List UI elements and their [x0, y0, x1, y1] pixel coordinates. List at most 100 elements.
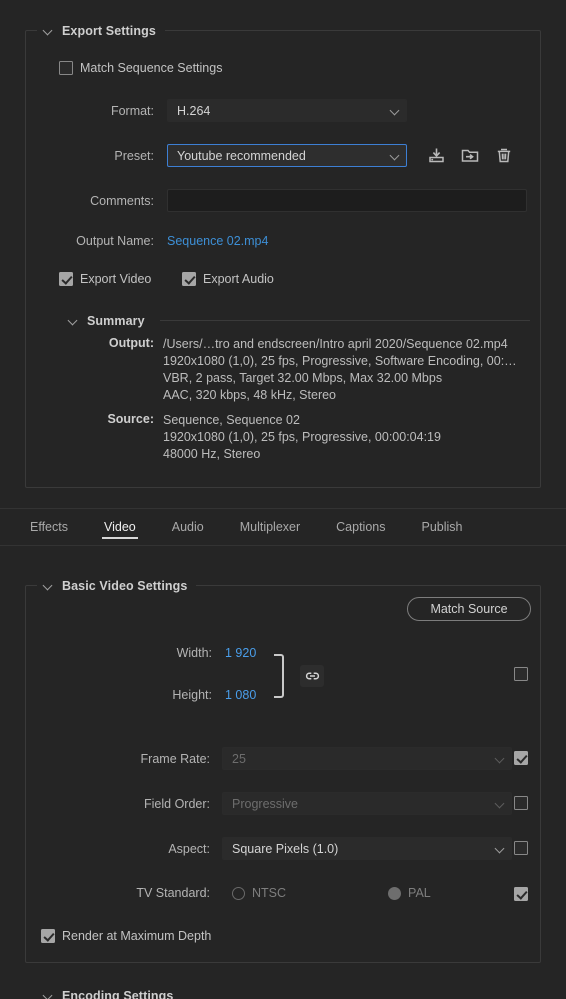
- tab-publish-label: Publish: [421, 520, 463, 534]
- summary-output-line-0: /Users/…tro and endscreen/Intro april 20…: [163, 337, 508, 351]
- comments-row: Comments:: [59, 189, 529, 212]
- preset-row: Preset: Youtube recommended: [59, 144, 529, 167]
- field-order-select-value: Progressive: [232, 796, 298, 811]
- pal-radio[interactable]: [388, 886, 402, 900]
- summary-output-block: Output: /Users/…tro and endscreen/Intro …: [82, 336, 517, 404]
- preset-select[interactable]: Youtube recommended: [167, 144, 407, 167]
- frame-rate-select[interactable]: 25: [222, 747, 512, 770]
- tab-captions[interactable]: Captions: [318, 508, 403, 546]
- format-row: Format: H.264: [59, 99, 469, 122]
- chevron-down-icon[interactable]: [43, 25, 54, 36]
- match-source-button[interactable]: Match Source: [407, 597, 531, 621]
- summary-source-label: Source:: [107, 412, 154, 426]
- match-sequence-settings-row[interactable]: Match Sequence Settings: [59, 61, 222, 75]
- tv-standard-label: TV Standard:: [136, 886, 210, 900]
- tv-standard-row: TV Standard: NTSC PAL: [110, 886, 530, 900]
- chevron-down-icon: [391, 151, 400, 160]
- tab-multiplexer[interactable]: Multiplexer: [222, 508, 318, 546]
- width-value[interactable]: 1 920: [225, 646, 256, 660]
- comments-label: Comments:: [90, 193, 154, 208]
- tab-captions-label: Captions: [336, 520, 386, 534]
- encoding-settings-title: Encoding Settings: [62, 988, 174, 999]
- match-source-button-label: Match Source: [430, 602, 508, 616]
- basic-video-settings-title: Basic Video Settings: [62, 578, 188, 593]
- summary-divider: [160, 320, 530, 321]
- output-name-row: Output Name: Sequence 02.mp4: [59, 234, 268, 248]
- aspect-row: Aspect: Square Pixels (1.0): [110, 837, 530, 860]
- basic-video-settings-header[interactable]: Basic Video Settings: [37, 575, 197, 596]
- preset-label: Preset:: [114, 148, 154, 163]
- chevron-down-icon[interactable]: [68, 315, 79, 326]
- export-video-label: Export Video: [80, 272, 152, 286]
- output-name-label: Output Name:: [76, 234, 154, 248]
- dimensions-override-checkbox[interactable]: [514, 667, 528, 681]
- link-chain-icon[interactable]: [300, 665, 324, 687]
- chevron-down-icon: [496, 754, 505, 763]
- tab-audio[interactable]: Audio: [154, 508, 222, 546]
- tab-publish[interactable]: Publish: [404, 508, 481, 546]
- export-audio-checkbox[interactable]: [182, 272, 196, 286]
- export-settings-panel: Export Settings Match Sequence Settings …: [0, 0, 566, 999]
- render-max-depth-checkbox[interactable]: [41, 929, 55, 943]
- frame-rate-override-checkbox[interactable]: [514, 751, 528, 765]
- preset-select-value: Youtube recommended: [177, 148, 306, 163]
- delete-preset-icon[interactable]: [494, 146, 514, 166]
- field-order-override-checkbox[interactable]: [514, 796, 528, 810]
- field-order-label: Field Order:: [144, 796, 210, 811]
- summary-source-line-0: Sequence, Sequence 02: [163, 413, 300, 427]
- save-preset-icon[interactable]: [426, 146, 446, 166]
- format-label: Format:: [110, 103, 154, 118]
- comments-input[interactable]: [167, 189, 527, 212]
- ntsc-radio[interactable]: [232, 886, 245, 900]
- aspect-select[interactable]: Square Pixels (1.0): [222, 837, 512, 860]
- tv-standard-option-pal[interactable]: PAL: [388, 886, 431, 900]
- field-order-select[interactable]: Progressive: [222, 792, 512, 815]
- summary-output-line-1: 1920x1080 (1,0), 25 fps, Progressive, So…: [163, 354, 517, 368]
- export-settings-title: Export Settings: [62, 23, 156, 38]
- encoding-settings-header[interactable]: Encoding Settings: [37, 985, 183, 999]
- output-name-link[interactable]: Sequence 02.mp4: [167, 234, 268, 248]
- render-max-depth-label: Render at Maximum Depth: [62, 929, 212, 943]
- export-video-checkbox[interactable]: [59, 272, 73, 286]
- height-value[interactable]: 1 080: [225, 688, 256, 702]
- import-preset-icon[interactable]: [460, 146, 480, 166]
- width-label: Width:: [176, 646, 212, 660]
- chevron-down-icon[interactable]: [43, 580, 54, 591]
- chevron-down-icon: [496, 799, 505, 808]
- summary-source-line-1: 1920x1080 (1,0), 25 fps, Progressive, 00…: [163, 430, 441, 444]
- aspect-select-value: Square Pixels (1.0): [232, 841, 339, 856]
- width-row: Width: 1 920: [140, 646, 270, 660]
- tab-video-label: Video: [103, 520, 136, 534]
- chevron-down-icon: [496, 844, 505, 853]
- chevron-down-icon: [391, 106, 400, 115]
- basic-video-settings-frame: [25, 585, 541, 963]
- aspect-label: Aspect:: [168, 841, 210, 856]
- summary-header[interactable]: Summary: [62, 310, 154, 331]
- match-sequence-settings-checkbox[interactable]: [59, 61, 73, 75]
- summary-source-line-2: 48000 Hz, Stereo: [163, 447, 261, 461]
- frame-rate-select-value: 25: [232, 751, 246, 766]
- tab-effects[interactable]: Effects: [12, 508, 86, 546]
- format-select-value: H.264: [177, 103, 211, 118]
- summary-output-label: Output:: [108, 336, 154, 350]
- settings-tab-bar: Effects Video Audio Multiplexer Captions…: [0, 508, 566, 546]
- ntsc-label: NTSC: [252, 886, 287, 900]
- tab-multiplexer-label: Multiplexer: [239, 520, 301, 534]
- tab-video[interactable]: Video: [86, 508, 154, 546]
- export-audio-row[interactable]: Export Audio: [182, 272, 274, 286]
- pal-label: PAL: [408, 886, 431, 900]
- height-label: Height:: [172, 688, 212, 702]
- export-video-row[interactable]: Export Video: [59, 272, 151, 286]
- frame-rate-row: Frame Rate: 25: [110, 747, 530, 770]
- render-max-depth-row[interactable]: Render at Maximum Depth: [41, 929, 211, 943]
- tv-standard-option-ntsc[interactable]: NTSC: [232, 886, 286, 900]
- format-select[interactable]: H.264: [167, 99, 407, 122]
- summary-title: Summary: [87, 313, 145, 328]
- aspect-override-checkbox[interactable]: [514, 841, 528, 855]
- field-order-row: Field Order: Progressive: [110, 792, 530, 815]
- tv-standard-override-checkbox[interactable]: [514, 887, 528, 901]
- chevron-down-icon[interactable]: [43, 990, 54, 999]
- summary-output-line-2: VBR, 2 pass, Target 32.00 Mbps, Max 32.0…: [163, 371, 443, 385]
- summary-source-block: Source: Sequence, Sequence 02 1920x1080 …: [82, 412, 441, 463]
- export-settings-header[interactable]: Export Settings: [37, 20, 165, 41]
